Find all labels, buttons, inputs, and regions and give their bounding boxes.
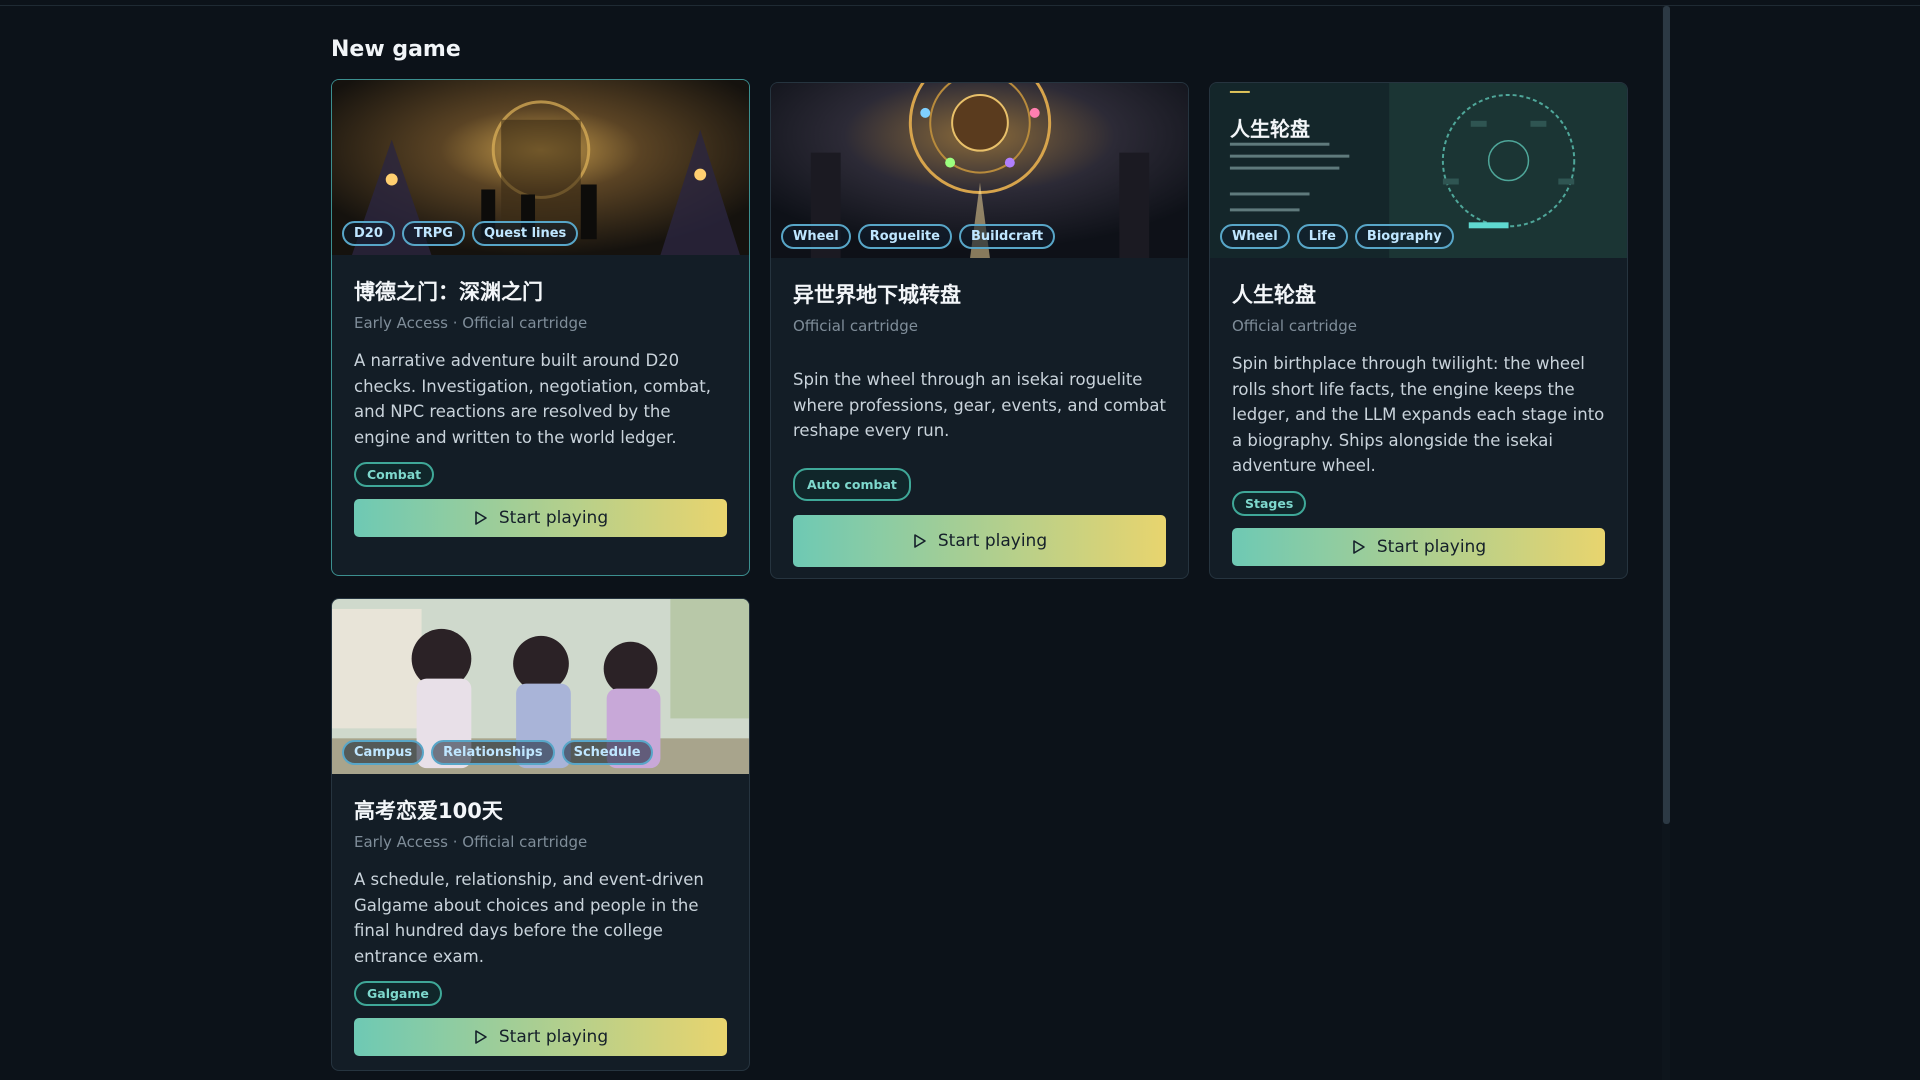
play-icon <box>1353 539 1365 554</box>
start-playing-button[interactable]: Start playing <box>1232 527 1605 566</box>
genre-tag: Galgame <box>354 981 442 1006</box>
overlay-tag: Roguelite <box>857 224 952 249</box>
start-playing-button[interactable]: Start playing <box>354 499 727 537</box>
overlay-tag: Biography <box>1354 224 1454 249</box>
game-card[interactable]: Wheel Roguelite Buildcraft 异世界地下城转盘 Offi… <box>770 82 1189 579</box>
card-title: 博德之门：深渊之门 <box>354 280 543 304</box>
overlay-tag: Buildcraft <box>958 224 1056 249</box>
start-playing-button[interactable]: Start playing <box>354 1018 727 1056</box>
card-description: A schedule, relationship, and event-driv… <box>354 870 704 966</box>
card-description: Spin the wheel through an isekai rogueli… <box>793 370 1166 440</box>
game-card[interactable]: 人生轮盘 Wheel Life Biography 人生轮盘 Official … <box>1209 82 1628 579</box>
card-description: Spin birthplace through twilight: the wh… <box>1232 354 1605 475</box>
overlay-tag: Quest lines <box>471 221 579 246</box>
overlay-tag: D20 <box>342 221 395 246</box>
card-meta: Early Access · Official cartridge <box>354 833 588 851</box>
overlay-tag: Relationships <box>431 740 555 765</box>
overlay-tag: Schedule <box>561 740 653 765</box>
overlay-tag: Wheel <box>1220 224 1290 249</box>
card-meta: Official cartridge <box>1232 317 1357 335</box>
overlay-tag: Campus <box>342 740 425 765</box>
overlay-tag: TRPG <box>401 221 465 246</box>
overlay-tag: Wheel <box>781 224 851 249</box>
card-meta: Early Access · Official cartridge <box>354 314 588 332</box>
card-banner: D20 TRPG Quest lines <box>332 80 749 256</box>
card-banner: Campus Relationships Schedule <box>332 599 749 775</box>
play-icon <box>475 1030 487 1044</box>
top-divider <box>0 0 1920 6</box>
card-meta: Official cartridge <box>793 317 918 335</box>
button-label: Start playing <box>498 1027 609 1047</box>
genre-tag: Auto combat <box>793 467 911 501</box>
play-icon <box>475 511 487 525</box>
card-description: A narrative adventure built around D20 c… <box>354 351 711 447</box>
card-title: 人生轮盘 <box>1232 283 1316 307</box>
card-title: 异世界地下城转盘 <box>793 283 961 307</box>
game-card[interactable]: Campus Relationships Schedule 高考恋爱100天 E… <box>331 598 750 1071</box>
game-card[interactable]: D20 TRPG Quest lines 博德之门：深渊之门 Early Acc… <box>331 79 750 576</box>
card-banner: Wheel Roguelite Buildcraft <box>771 83 1188 259</box>
card-banner: 人生轮盘 Wheel Life Biography <box>1210 83 1627 259</box>
play-icon <box>914 533 926 548</box>
button-label: Start playing <box>498 508 609 528</box>
start-playing-button[interactable]: Start playing <box>793 514 1166 567</box>
genre-tag: Stages <box>1232 490 1307 516</box>
banner-title: 人生轮盘 <box>1230 117 1310 141</box>
card-title: 高考恋爱100天 <box>354 799 503 823</box>
button-label: Start playing <box>1376 536 1487 557</box>
scrollbar-thumb[interactable] <box>1663 6 1670 824</box>
section-title: New game <box>331 37 461 62</box>
genre-tag: Combat <box>354 462 435 487</box>
button-label: Start playing <box>937 530 1048 551</box>
overlay-tag: Life <box>1296 224 1348 249</box>
